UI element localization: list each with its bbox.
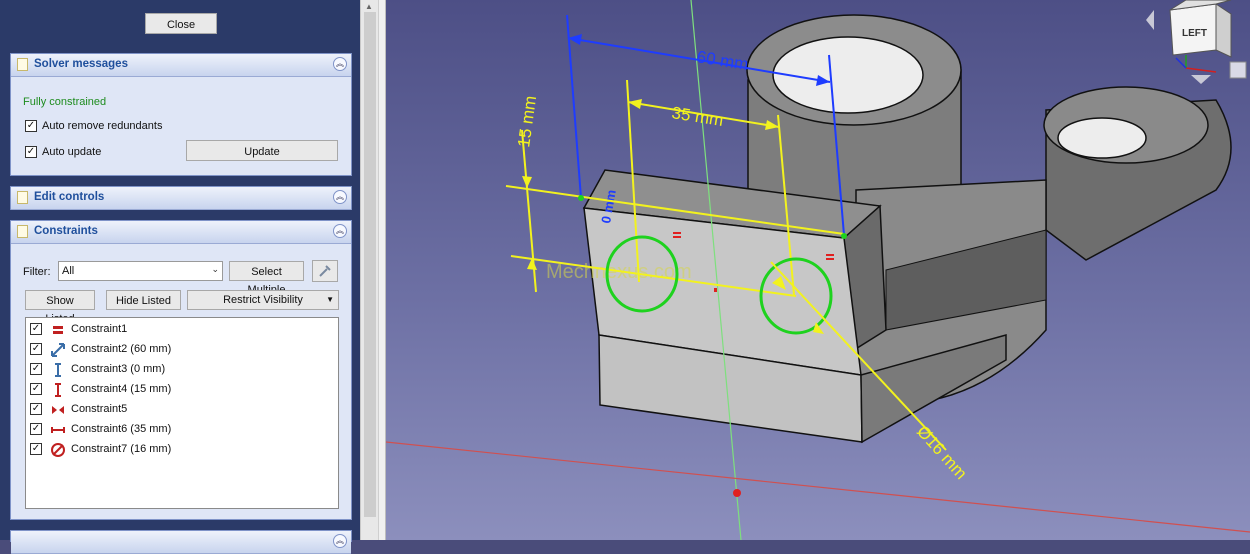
nav-cube-menu-icon[interactable] <box>1229 61 1247 79</box>
settings-wrench-button[interactable] <box>312 260 338 282</box>
task-panel: Close Solver messages ︽ Fully constraine… <box>0 0 360 554</box>
auto-remove-redundants-checkbox[interactable]: ✓ <box>25 120 37 132</box>
x-axis-line <box>386 441 1250 533</box>
sketch-point[interactable] <box>578 195 584 201</box>
next-panel-box: ︽ <box>10 530 352 554</box>
constraint-row[interactable]: ✓ Constraint7 (16 mm) <box>30 441 330 459</box>
dropdown-arrow-icon: ▼ <box>326 295 334 304</box>
scrollbar-thumb[interactable] <box>364 12 376 517</box>
filter-label: Filter: <box>23 266 51 278</box>
document-icon <box>17 225 28 238</box>
edit-controls-title: Edit controls <box>34 191 105 203</box>
constraint-row[interactable]: ✓ Constraint2 (60 mm) <box>30 341 330 359</box>
vertical-distance-icon <box>55 363 61 377</box>
auto-update-label: Auto update <box>42 146 102 158</box>
equal-marker-icon <box>826 258 834 260</box>
show-listed-button[interactable]: Show Listed <box>25 290 95 325</box>
filter-value: All <box>62 265 75 277</box>
constraint-label: Constraint1 <box>71 323 128 335</box>
sketch-point[interactable] <box>841 233 847 239</box>
navigation-cube[interactable]: LEFT <box>1146 0 1247 84</box>
solver-messages-header[interactable]: Solver messages ︽ <box>11 54 351 77</box>
dim-60-label[interactable]: 60 mm <box>695 47 749 74</box>
document-icon <box>17 191 28 204</box>
constraint-checkbox[interactable]: ✓ <box>30 343 42 355</box>
constraint-row[interactable]: ✓ Constraint5 <box>30 401 330 419</box>
constraint-label: Constraint5 <box>71 403 128 415</box>
wrench-icon <box>319 265 331 277</box>
close-button[interactable]: Close <box>145 13 217 34</box>
constraint-checkbox[interactable]: ✓ <box>30 323 42 335</box>
distance-icon <box>51 343 65 357</box>
next-panel-header[interactable]: ︽ <box>11 531 351 554</box>
document-icon <box>17 58 28 71</box>
restrict-visibility-dropdown[interactable]: Restrict Visibility ▼ <box>187 290 339 310</box>
edit-controls-box: Edit controls ︽ <box>10 186 352 210</box>
horizontal-distance-icon <box>51 427 65 433</box>
constraints-header[interactable]: Constraints ︽ <box>11 221 351 244</box>
solver-status: Fully constrained <box>23 96 107 108</box>
constraint-row[interactable]: ✓ Constraint3 (0 mm) <box>30 361 330 379</box>
equal-icon <box>53 326 63 334</box>
constraint-label: Constraint6 (35 mm) <box>71 423 172 435</box>
equal-marker-icon <box>673 236 681 238</box>
constraint-row[interactable]: ✓ Constraint1 <box>30 321 330 339</box>
constraints-box: Constraints ︽ Filter: All ⌄ Select Multi… <box>10 220 352 520</box>
constraint-checkbox[interactable]: ✓ <box>30 403 42 415</box>
restrict-visibility-label: Restrict Visibility <box>223 294 303 306</box>
auto-remove-redundants-label: Auto remove redundants <box>42 120 163 132</box>
collapse-icon[interactable]: ︽ <box>333 190 347 204</box>
collapse-icon[interactable]: ︽ <box>333 534 347 548</box>
solver-messages-title: Solver messages <box>34 58 128 70</box>
panel-scrollbar[interactable]: ▲ <box>360 0 379 540</box>
constraints-list[interactable]: ✓ Constraint1 ✓ Constraint2 (60 mm) ✓ Co… <box>25 317 339 509</box>
solver-messages-box: Solver messages ︽ Fully constrained ✓ Au… <box>10 53 352 176</box>
constraint-checkbox[interactable]: ✓ <box>30 363 42 375</box>
panel-splitter[interactable] <box>378 0 386 540</box>
vertical-distance-icon <box>55 383 61 397</box>
cylinder-bore <box>772 36 924 114</box>
scroll-up-icon[interactable]: ▲ <box>365 2 373 11</box>
flange-hole <box>1057 117 1147 159</box>
constraint-label: Constraint7 (16 mm) <box>71 443 172 455</box>
dim-35-label[interactable]: 35 mm <box>670 103 724 130</box>
collapse-icon[interactable]: ︽ <box>333 224 347 238</box>
select-multiple-button[interactable]: Select Multiple <box>229 261 304 296</box>
filter-select[interactable]: All ⌄ <box>58 261 223 281</box>
constraints-title: Constraints <box>34 225 98 237</box>
symmetric-marker-icon <box>714 288 717 292</box>
symmetric-icon <box>52 406 64 414</box>
nav-arrow-left-icon[interactable] <box>1146 10 1154 30</box>
equal-marker-icon <box>673 232 681 234</box>
constraint-label: Constraint3 (0 mm) <box>71 363 166 375</box>
dim-d16-label[interactable]: Ø16 mm <box>913 422 971 483</box>
edit-controls-header[interactable]: Edit controls ︽ <box>11 187 351 210</box>
origin-point[interactable] <box>733 489 741 497</box>
constraint-row[interactable]: ✓ Constraint4 (15 mm) <box>30 381 330 399</box>
constraint-checkbox[interactable]: ✓ <box>30 423 42 435</box>
hide-listed-button[interactable]: Hide Listed <box>106 290 181 310</box>
chevron-down-icon: ⌄ <box>211 264 219 274</box>
constraint-row[interactable]: ✓ Constraint6 (35 mm) <box>30 421 330 439</box>
constraint-label: Constraint2 (60 mm) <box>71 343 172 355</box>
constraint-checkbox[interactable]: ✓ <box>30 443 42 455</box>
diameter-icon <box>51 443 65 457</box>
auto-update-checkbox[interactable]: ✓ <box>25 146 37 158</box>
nav-cube-face-label: LEFT <box>1182 28 1207 39</box>
collapse-icon[interactable]: ︽ <box>333 57 347 71</box>
nav-arrow-down-icon[interactable] <box>1191 75 1211 84</box>
constraint-label: Constraint4 (15 mm) <box>71 383 172 395</box>
3d-viewport[interactable]: Mechnexus.com 60 mm 0 mm 35 mm 15 mm Ø16… <box>386 0 1250 540</box>
dim-15-label[interactable]: 15 mm <box>514 94 540 148</box>
equal-marker-icon <box>826 254 834 256</box>
sketch-scene[interactable]: Mechnexus.com 60 mm 0 mm 35 mm 15 mm Ø16… <box>386 0 1250 540</box>
constraint-checkbox[interactable]: ✓ <box>30 383 42 395</box>
update-button[interactable]: Update <box>186 140 338 161</box>
